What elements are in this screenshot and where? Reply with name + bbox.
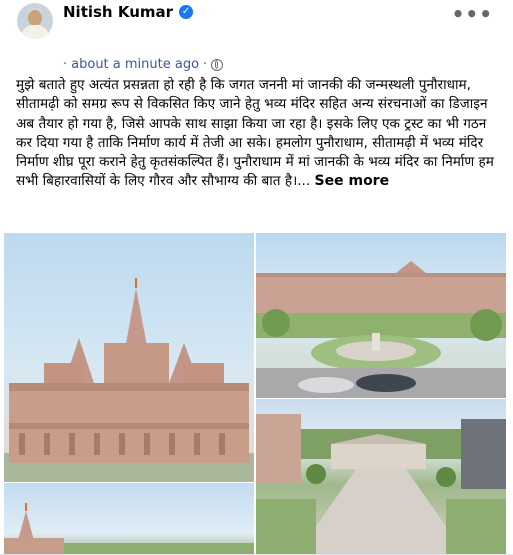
post-meta: · about a minute ago ·: [63, 57, 224, 72]
meta-separator-lead: ·: [63, 57, 68, 72]
author-name[interactable]: Nitish Kumar: [63, 3, 173, 21]
temple-distant-render-image: [4, 503, 254, 555]
facebook-post: Nitish Kumar ✓ ••• · about a minute ago …: [0, 0, 513, 555]
post-timestamp[interactable]: about a minute ago: [71, 57, 199, 72]
photo-complex-fountain[interactable]: [256, 233, 506, 398]
author-row: Nitish Kumar ✓: [63, 2, 194, 22]
photo-temple-distant[interactable]: [4, 483, 254, 555]
post-body: मुझे बताते हुए अत्यंत प्रसन्नता हो रही ह…: [16, 76, 501, 192]
temple-render-image: [4, 278, 254, 482]
avatar-face: [28, 10, 42, 26]
see-more-link[interactable]: See more: [315, 173, 390, 189]
meta-separator: ·: [203, 57, 208, 72]
post-text: मुझे बताते हुए अत्यंत प्रसन्नता हो रही ह…: [16, 77, 494, 190]
photo-temple[interactable]: [4, 233, 254, 482]
author-avatar[interactable]: [17, 3, 53, 39]
globe-icon: [211, 58, 224, 71]
photo-aerial-plaza[interactable]: [256, 399, 506, 555]
more-options-icon[interactable]: •••: [452, 2, 493, 26]
complex-render-image: [256, 261, 506, 398]
plaza-render-image: [256, 414, 506, 555]
avatar-shirt: [21, 25, 49, 39]
verified-badge-icon: ✓: [179, 5, 194, 19]
